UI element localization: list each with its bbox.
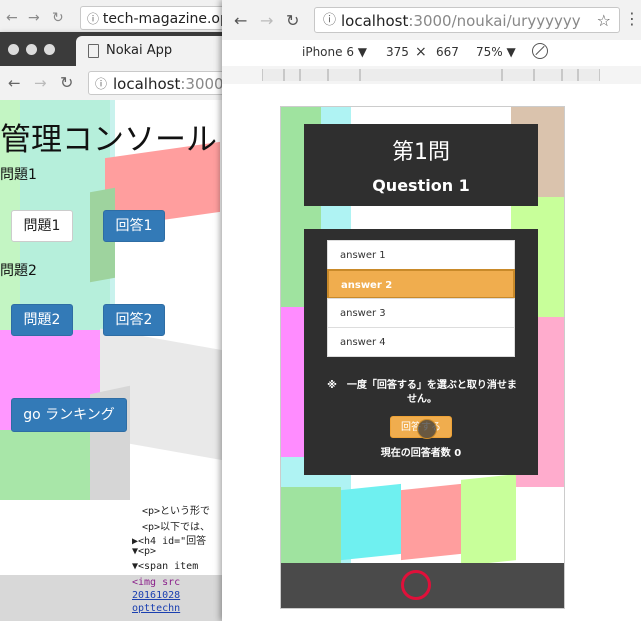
url-bar[interactable]: ⓘ localhost:3000/c [88,71,238,95]
url-host: localhost [113,75,181,93]
question1-button[interactable]: 問題1 [11,210,73,242]
ruler-segment[interactable] [562,69,578,81]
device-viewport-area: 第1問 Question 1 answer 1 answer 2 answer … [222,84,641,621]
forward-arrow-icon[interactable]: → [34,74,47,92]
ruler-segment[interactable] [502,69,534,81]
forward-arrow-icon[interactable]: → [28,10,40,26]
admin-console-page: 管理コンソール 問題1 問題1 回答1 問題2 問題2 回答2 go ランキング [0,100,230,512]
device-emulation-window: ← → ↻ ⓘ localhost:3000/noukai/uryyyyyy ☆… [222,0,641,621]
devtools-line[interactable]: ▼<span item [132,561,198,572]
address-row: ← → ↻ ⓘ localhost:3000/c [0,66,238,101]
question-number: 第1問 [392,140,450,165]
devtools-line[interactable]: ▼<p> [132,546,156,557]
devtools-line[interactable]: <p>という形で [142,502,210,517]
ruler-segment[interactable] [262,69,284,81]
question2-button[interactable]: 問題2 [11,304,73,336]
info-icon: ⓘ [323,13,337,28]
decor-shape [401,483,461,561]
answer-option-4[interactable]: answer 4 [327,327,515,357]
info-icon: ⓘ [87,12,103,26]
go-ranking-button[interactable]: go ランキング [11,398,127,432]
minimize-window-icon[interactable] [26,44,37,55]
background-url-text: tech-magazine.op [102,11,229,27]
decor-shape [461,474,516,566]
question-title: Question 1 [372,176,470,195]
phone-screen: 第1問 Question 1 answer 1 answer 2 answer … [280,106,565,609]
device-width-field[interactable]: 375 [386,45,409,59]
question1-label: 問題1 [0,167,37,183]
devtools-line[interactable]: <p>以下では、 [142,518,210,533]
back-arrow-icon[interactable]: ← [234,11,247,30]
menu-kebab-icon[interactable]: ⋮ [624,9,640,28]
maximize-window-icon[interactable] [44,44,55,55]
ruler-segment[interactable] [284,69,300,81]
devtools-line[interactable]: 20161028 [132,590,180,601]
answer-option-2-selected[interactable]: answer 2 [327,269,515,299]
browser-toolbar: ← → ↻ ⓘ localhost:3000/noukai/uryyyyyy ☆… [222,0,641,41]
touch-cursor-icon [417,419,437,439]
devtools-elements-panel: <p>という形で <p>以下では、 ▶<h4 id="回答 ▼<p> ▼<spa… [0,500,222,621]
device-select[interactable]: iPhone 6 ▼ [302,45,367,59]
answer-list: answer 1 answer 2 answer 3 answer 4 [327,240,515,357]
document-icon [88,44,99,58]
ruler-segment[interactable] [300,69,328,81]
decor-shape [281,487,341,563]
tab-title: Nokai App [106,43,173,58]
devtools-selected-row[interactable] [0,575,222,621]
devtools-line[interactable]: ▶<h4 id="回答 [132,532,206,547]
zoom-select[interactable]: 75% ▼ [476,45,516,59]
answer1-button[interactable]: 回答1 [103,210,165,242]
answer-panel: answer 1 answer 2 answer 3 answer 4 ※ 一度… [304,229,538,475]
background-url-bar[interactable]: ⓘ tech-magazine.op [80,6,240,30]
back-arrow-icon[interactable]: ← [6,10,18,26]
ruler-segment[interactable] [578,69,600,81]
tab-bar: Nokai App [0,32,236,66]
url-host: localhost [341,12,409,30]
back-arrow-icon[interactable]: ← [8,74,21,92]
rotate-icon[interactable] [532,43,548,59]
url-bar[interactable]: ⓘ localhost:3000/noukai/uryyyyyy ☆ [314,7,620,33]
reload-icon[interactable]: ↻ [286,11,299,30]
ruler-segment[interactable] [534,69,562,81]
record-ring-icon[interactable] [401,570,431,600]
ruler-segment[interactable] [360,69,502,81]
question2-label: 問題2 [0,263,37,279]
devtools-line[interactable]: opttechn [132,603,180,614]
answer-option-3[interactable]: answer 3 [327,298,515,328]
cancel-warning-note: ※ 一度「回答する」を選ぶと取り消せません。 [327,380,517,405]
admin-console-window: Nokai App ← → ↻ ⓘ localhost:3000/c 管理コンソ… [0,32,238,512]
close-window-icon[interactable] [8,44,19,55]
answer2-button[interactable]: 回答2 [103,304,165,336]
submit-answer-button[interactable]: 回答する [390,416,452,439]
bottom-bar [281,563,564,608]
answer-option-1[interactable]: answer 1 [327,240,515,270]
device-height-field[interactable]: 667 [436,45,459,59]
star-bookmark-icon[interactable]: ☆ [597,8,611,32]
dimension-times-label: × [415,44,427,60]
devtools-line[interactable]: <img src [132,577,180,588]
respondent-count: 現在の回答者数 0 [380,448,462,459]
tab-nokai-app[interactable]: Nokai App [76,36,236,66]
info-icon: ⓘ [95,77,108,91]
reload-icon[interactable]: ↻ [52,10,64,26]
ruler-segment[interactable] [328,69,360,81]
decor-shape [341,483,401,561]
media-query-ruler [222,66,641,85]
background-toolbar: ← → ↻ ⓘ tech-magazine.op [0,0,240,35]
page-title: 管理コンソール [0,122,217,158]
url-path: :3000/noukai/uryyyyyy [408,12,581,30]
device-toolbar: iPhone 6 ▼ 375 × 667 75% ▼ [222,40,641,67]
question-header-panel: 第1問 Question 1 [304,124,538,206]
reload-icon[interactable]: ↻ [60,73,73,92]
forward-arrow-icon[interactable]: → [260,11,273,30]
